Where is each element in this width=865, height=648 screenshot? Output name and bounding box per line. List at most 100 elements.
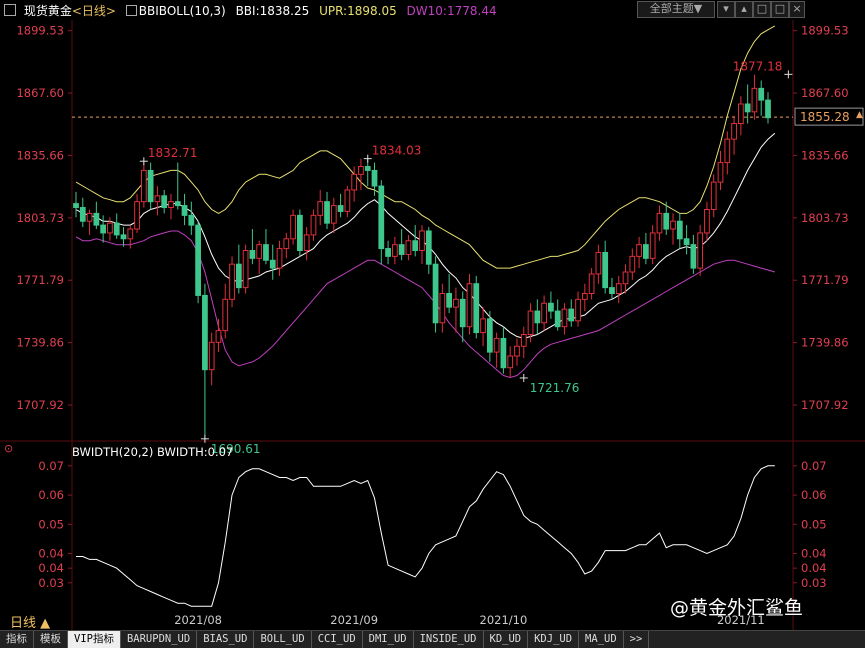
candle-body bbox=[330, 205, 337, 224]
candle-body bbox=[480, 318, 486, 334]
zoom-in-button[interactable]: ▴ bbox=[735, 1, 753, 18]
price-axis-label-right: 1867.60 bbox=[801, 86, 849, 100]
bwidth-line bbox=[76, 465, 775, 607]
candle-body bbox=[337, 205, 344, 212]
candle-body bbox=[385, 248, 391, 257]
tab-模板[interactable]: 模板 bbox=[34, 631, 68, 648]
candle-body bbox=[432, 263, 439, 324]
high-annotation: 1834.03 bbox=[372, 144, 422, 158]
tab-指标[interactable]: 指标 bbox=[0, 631, 34, 648]
candle-body bbox=[676, 220, 683, 240]
candle-body bbox=[683, 238, 690, 246]
candle-body bbox=[704, 208, 710, 234]
price-axis-label-right: 1707.92 bbox=[801, 398, 849, 412]
price-axis-label-right: 1771.79 bbox=[801, 273, 849, 287]
bwidth-axis-label-right: 0.03 bbox=[801, 576, 827, 590]
price-axis-label-left: 1739.86 bbox=[16, 336, 64, 350]
high-annotation: 1877.18 bbox=[733, 59, 783, 73]
candle-body bbox=[581, 292, 588, 300]
tab-kd-ud[interactable]: KD_UD bbox=[484, 631, 529, 648]
bwidth-axis-label-left: 0.05 bbox=[38, 517, 64, 531]
zoom-out-button[interactable]: ▾ bbox=[717, 1, 735, 18]
candle-body bbox=[283, 238, 290, 250]
candle-body bbox=[174, 201, 181, 207]
bwidth-axis-label-right: 0.05 bbox=[801, 517, 827, 531]
candle-body bbox=[670, 220, 676, 230]
candle-body bbox=[453, 298, 459, 308]
upr-value: UPR:1898.05 bbox=[319, 4, 397, 18]
candle-body bbox=[215, 330, 222, 343]
candle-body bbox=[737, 103, 744, 125]
close-button[interactable]: × bbox=[789, 1, 805, 18]
candle-body bbox=[242, 250, 249, 289]
period-button[interactable]: 日线 ▲ bbox=[10, 612, 50, 631]
candle-body bbox=[473, 283, 480, 334]
tab-kdj-ud[interactable]: KDJ_UD bbox=[528, 631, 580, 648]
candle-body bbox=[168, 201, 174, 209]
bwidth-axis-label-right: 0.06 bbox=[801, 488, 827, 502]
candle-body bbox=[113, 222, 120, 236]
candle-body bbox=[643, 244, 649, 259]
candle-body bbox=[514, 345, 520, 357]
tab-barupdn-ud[interactable]: BARUPDN_UD bbox=[121, 631, 198, 648]
tab-boll-ud[interactable]: BOLL_UD bbox=[254, 631, 312, 648]
candle-body bbox=[140, 169, 147, 203]
candle-body bbox=[371, 169, 378, 187]
candle-body bbox=[269, 259, 276, 269]
candle-body bbox=[134, 201, 140, 230]
candle-body bbox=[188, 214, 195, 226]
candle-body bbox=[391, 244, 398, 257]
price-axis-label-left: 1707.92 bbox=[16, 398, 64, 412]
tab-cci-ud[interactable]: CCI_UD bbox=[312, 631, 363, 648]
tab--[interactable]: >> bbox=[624, 631, 650, 648]
bwidth-axis-label-right: 0.07 bbox=[801, 459, 827, 473]
tab-bias-ud[interactable]: BIAS_UD bbox=[197, 631, 255, 648]
candle-body bbox=[263, 244, 269, 261]
candle-body bbox=[378, 185, 385, 250]
bwidth-axis-label-left: 0.07 bbox=[38, 459, 64, 473]
candle-body bbox=[697, 232, 704, 269]
candle-body bbox=[602, 251, 609, 289]
candle-body bbox=[324, 201, 330, 224]
candle-body bbox=[351, 173, 358, 191]
candle-body bbox=[486, 318, 493, 353]
bwidth-axis-label-left: 0.04 bbox=[38, 561, 64, 575]
candle-body bbox=[466, 283, 473, 328]
settings-button[interactable]: □ bbox=[771, 1, 789, 18]
bwidth-axis-label-left: 0.03 bbox=[38, 576, 64, 590]
x-axis-label: 2021/08 bbox=[174, 613, 222, 627]
candle-body bbox=[127, 228, 134, 240]
candle-body bbox=[717, 162, 724, 183]
restore-button[interactable]: □ bbox=[753, 1, 771, 18]
candle-body bbox=[663, 212, 670, 230]
candle-body bbox=[609, 287, 615, 294]
tab-inside-ud[interactable]: INSIDE_UD bbox=[414, 631, 484, 648]
candle-body bbox=[439, 292, 446, 324]
lower-panel-title: BWIDTH(20,2) BWIDTH:0.07 bbox=[72, 445, 234, 459]
candle-body bbox=[93, 212, 100, 226]
panel-settings-icon[interactable]: ⊙ bbox=[4, 442, 13, 455]
watermark: @黄金外汇鲨鱼 bbox=[670, 597, 804, 619]
menu-icon[interactable] bbox=[4, 4, 16, 16]
candle-body bbox=[561, 308, 568, 328]
candle-body bbox=[548, 302, 554, 312]
candle-body bbox=[412, 240, 419, 252]
candle-body bbox=[120, 234, 127, 240]
candle-body bbox=[100, 224, 107, 234]
candle-body bbox=[622, 271, 629, 285]
symbol-name: 现货黄金 bbox=[23, 4, 72, 18]
tab-vip指标[interactable]: VIP指标 bbox=[68, 631, 121, 648]
price-axis-label-left: 1899.53 bbox=[16, 24, 64, 38]
chart-canvas[interactable]: 1899.53 1899.53 1867.60 1867.60 1835.66 1835.… bbox=[0, 0, 865, 630]
x-axis-label: 2021/09 bbox=[330, 613, 378, 627]
bbi-value: BBI:1838.25 bbox=[235, 4, 310, 18]
price-axis-label-left: 1867.60 bbox=[16, 86, 64, 100]
candle-body bbox=[690, 244, 697, 269]
tab-dmi-ud[interactable]: DMI_UD bbox=[363, 631, 414, 648]
tab-ma-ud[interactable]: MA_UD bbox=[579, 631, 624, 648]
theme-selector[interactable]: 全部主题▼ bbox=[637, 1, 715, 18]
high-annotation: 1832.71 bbox=[148, 146, 198, 160]
candle-body bbox=[731, 123, 737, 140]
indicator-settings-icon[interactable] bbox=[125, 5, 137, 16]
candle-body bbox=[710, 181, 717, 210]
